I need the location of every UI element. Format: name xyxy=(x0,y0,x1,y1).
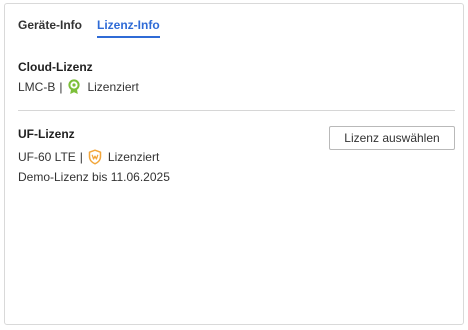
uf-license-row: UF-60 LTE | Lizenziert xyxy=(18,149,159,165)
uf-license-status: Lizenziert xyxy=(107,150,160,164)
license-badge-green-icon xyxy=(67,79,81,95)
shield-orange-icon xyxy=(88,149,102,165)
uf-license-title: UF-Lizenz xyxy=(18,127,75,141)
cloud-license-status: Lizenziert xyxy=(87,80,139,94)
demo-license-expiry: Demo-Lizenz bis 11.06.2025 xyxy=(18,170,170,184)
tab-geraete-info[interactable]: Geräte-Info xyxy=(18,17,82,38)
select-license-button[interactable]: Lizenz auswählen xyxy=(329,126,455,150)
separator: | xyxy=(79,150,83,164)
license-info-panel: Geräte-Info Lizenz-Info Cloud-Lizenz LMC… xyxy=(4,3,464,325)
uf-license-model: UF-60 LTE xyxy=(18,150,76,164)
tab-bar: Geräte-Info Lizenz-Info xyxy=(18,17,160,38)
cloud-license-title: Cloud-Lizenz xyxy=(18,60,93,74)
separator: | xyxy=(59,80,63,94)
cloud-license-row: LMC-B | Lizenziert xyxy=(18,79,139,95)
cloud-license-model: LMC-B xyxy=(18,80,56,94)
tab-lizenz-info[interactable]: Lizenz-Info xyxy=(97,17,160,38)
section-divider xyxy=(18,110,455,111)
